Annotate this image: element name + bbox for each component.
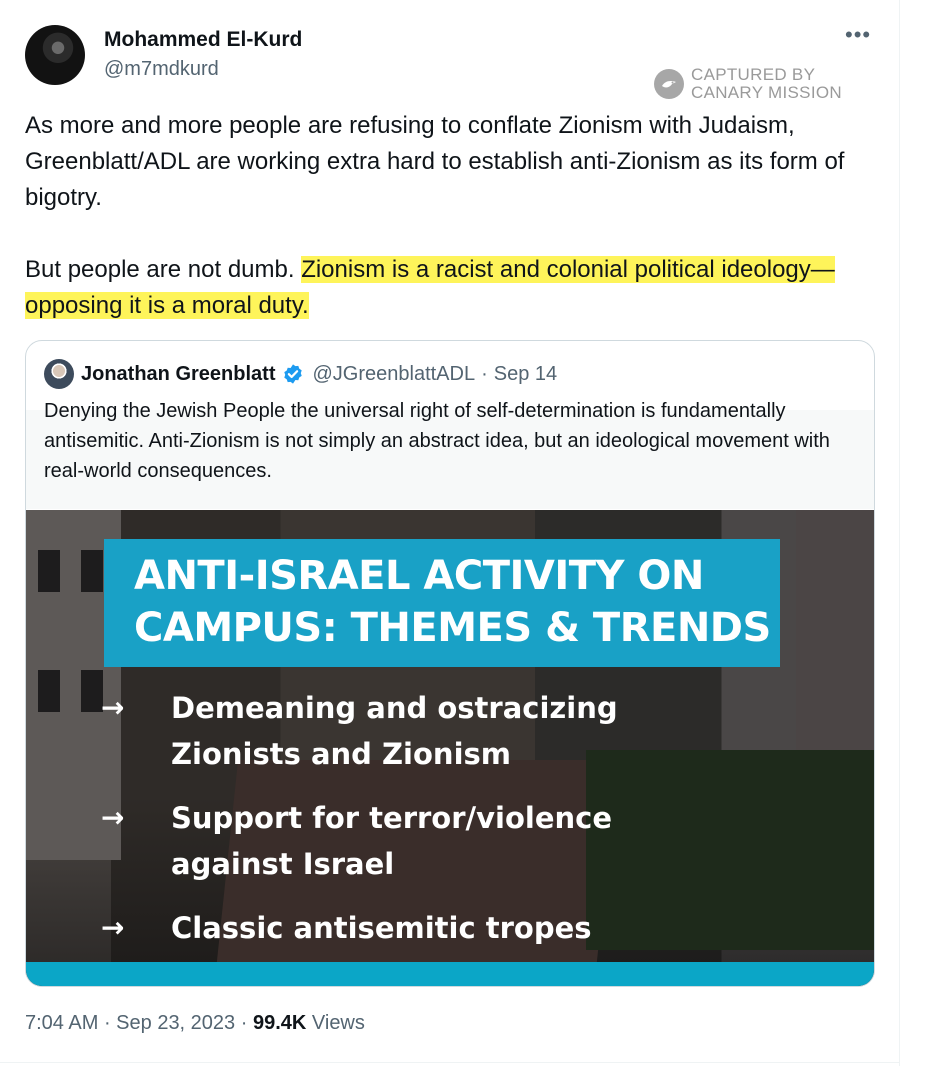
media-bottom-bar — [26, 962, 874, 986]
timeline-border — [899, 0, 900, 1066]
quoted-author-name[interactable]: Jonathan Greenblatt — [81, 363, 275, 386]
quoted-tweet-date[interactable]: Sep 14 — [494, 363, 557, 386]
arrow-right-icon: → — [101, 691, 125, 724]
quoted-tweet-card[interactable]: Jonathan Greenblatt @JGreenblattADL · Se… — [25, 340, 875, 987]
bullet-line: Demeaning and ostracizing — [171, 691, 618, 725]
tweet-paragraph-2: But people are not dumb. Zionism is a ra… — [25, 252, 885, 324]
media-banner-title: ANTI-ISRAEL ACTIVITY ON CAMPUS: THEMES &… — [104, 539, 780, 667]
watermark-line-2: CANARY MISSION — [691, 83, 842, 102]
canary-mission-watermark: CAPTURED BY CANARY MISSION — [654, 66, 842, 102]
bullet-line: Support for terror/violence — [171, 801, 613, 835]
tweet-body: As more and more people are refusing to … — [25, 108, 885, 324]
tweet-date[interactable]: Sep 23, 2023 — [116, 1012, 235, 1034]
arrow-right-icon: → — [101, 801, 125, 834]
tweet-paragraph-1: As more and more people are refusing to … — [25, 112, 845, 211]
views-label: Views — [311, 1012, 365, 1034]
tweet-paragraph-2-text: But people are not dumb. — [25, 256, 302, 283]
quoted-author-avatar[interactable] — [44, 359, 74, 389]
separator-dot: · — [481, 362, 488, 385]
canary-mission-logo-icon — [654, 69, 684, 99]
bullet-item: → Classic antisemitic tropes — [101, 905, 701, 951]
quoted-tweet-header: Jonathan Greenblatt @JGreenblattADL · Se… — [44, 359, 557, 389]
views-count: 99.4K — [252, 1012, 307, 1034]
quoted-tweet-text: Denying the Jewish People the universal … — [44, 400, 830, 482]
verified-badge-icon — [282, 363, 304, 385]
bullet-line: against Israel — [171, 847, 395, 881]
media-bullet-list: → Demeaning and ostracizing Zionists and… — [101, 685, 701, 969]
tweet-divider — [0, 1062, 900, 1063]
bullet-line: Classic antisemitic tropes — [171, 911, 592, 945]
background-building-right — [796, 510, 874, 790]
bullet-line: Zionists and Zionism — [171, 737, 511, 771]
more-options-icon[interactable]: ••• — [845, 22, 871, 48]
arrow-right-icon: → — [101, 911, 125, 944]
quoted-media-image[interactable]: ANTI-ISRAEL ACTIVITY ON CAMPUS: THEMES &… — [26, 510, 874, 986]
author-handle[interactable]: @m7mdkurd — [104, 58, 219, 81]
banner-line-2: CAMPUS: THEMES & TRENDS — [134, 605, 771, 651]
tweet-time[interactable]: 7:04 AM — [25, 1012, 98, 1034]
tweet-metadata: 7:04 AM · Sep 23, 2023 · 99.4K Views — [25, 1012, 365, 1034]
quoted-author-handle[interactable]: @JGreenblattADL — [312, 363, 475, 386]
bullet-item: → Support for terror/violence against Is… — [101, 795, 701, 887]
banner-line-1: ANTI-ISRAEL ACTIVITY ON — [134, 553, 704, 599]
author-avatar[interactable] — [25, 25, 85, 85]
watermark-line-1: CAPTURED BY — [691, 65, 816, 84]
bullet-item: → Demeaning and ostracizing Zionists and… — [101, 685, 701, 777]
author-name[interactable]: Mohammed El-Kurd — [104, 28, 302, 52]
